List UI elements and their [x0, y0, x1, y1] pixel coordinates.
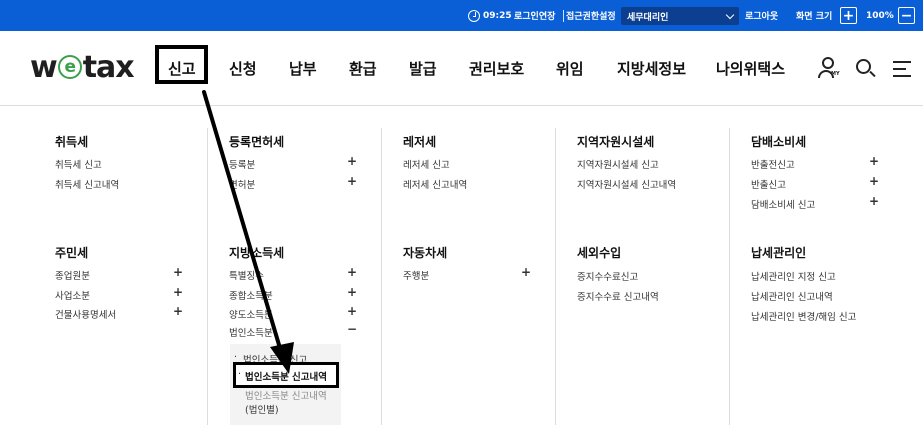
menu-item[interactable]: 등록분 [229, 157, 255, 171]
session-timer: 09:25 [468, 0, 512, 31]
menu-item[interactable]: 종업원분 [55, 268, 90, 282]
category-tax-administrator[interactable]: 납세관리인 [751, 244, 806, 261]
menu-item[interactable]: 레저세 신고내역 [403, 177, 467, 191]
expand-plus-icon[interactable]: + [869, 154, 879, 168]
logo-text-e: e [57, 55, 82, 79]
expand-plus-icon[interactable]: + [869, 194, 879, 208]
menu-item[interactable]: 반출전신고 [751, 157, 795, 171]
role-select[interactable]: 세무대리인 [621, 7, 739, 25]
menu-item[interactable]: 납세관리인 지정 신고 [751, 269, 836, 283]
expand-plus-icon[interactable]: + [347, 154, 357, 168]
mega-menu: 취득세 취득세 신고 취득세 신고내역 주민세 종업원분 + 사업소분 + 건물… [0, 107, 923, 425]
menu-item[interactable]: 취득세 신고내역 [55, 177, 119, 191]
zoom-out-button[interactable]: − [898, 7, 915, 24]
nav-local-tax-info[interactable]: 지방세정보 [617, 31, 686, 106]
category-resident-tax[interactable]: 주민세 [55, 244, 88, 261]
column-divider [729, 128, 730, 425]
extend-login-button[interactable]: 로그인연장 [514, 0, 555, 31]
menu-item[interactable]: 담배소비세 신고 [751, 197, 815, 211]
expand-plus-icon[interactable]: + [347, 304, 357, 318]
my-badge: MY [831, 71, 840, 77]
submenu-item-by-corporation[interactable]: 법인소득분 신고내역 [245, 388, 327, 402]
nav-my-wetax[interactable]: 나의위택스 [716, 31, 785, 106]
session-time: 09:25 [483, 10, 512, 21]
hamburger-menu-icon[interactable] [893, 59, 913, 79]
access-setting-link[interactable]: 접근권한설정 [566, 0, 616, 31]
expand-plus-icon[interactable]: + [347, 174, 357, 188]
expand-plus-icon[interactable]: + [521, 265, 531, 279]
role-select-value: 세무대리인 [627, 12, 669, 23]
menu-item[interactable]: 증지수수료신고 [577, 269, 638, 283]
category-tobacco-tax[interactable]: 담배소비세 [751, 133, 806, 150]
nav-apply[interactable]: 신청 [229, 31, 257, 106]
expand-plus-icon[interactable]: + [869, 174, 879, 188]
collapse-minus-icon[interactable]: − [347, 322, 357, 336]
expand-plus-icon[interactable]: + [173, 265, 183, 279]
nav-rights[interactable]: 권리보호 [469, 31, 524, 106]
category-leisure-tax[interactable]: 레저세 [403, 133, 436, 150]
submenu-item-corporate-income-history[interactable]: 법인소득분 신고내역 [245, 369, 327, 383]
category-registration-license-tax[interactable]: 등록면허세 [229, 133, 284, 150]
menu-item[interactable]: 주행분 [403, 268, 429, 282]
menu-item[interactable]: 레저세 신고 [403, 157, 450, 171]
menu-item[interactable]: 지역자원시설세 신고 [577, 157, 659, 171]
submenu-item-by-corporation-suffix[interactable]: (법인별) [245, 402, 279, 416]
nav-delegation[interactable]: 위임 [556, 31, 584, 106]
search-icon[interactable] [854, 57, 876, 79]
column-divider [381, 128, 382, 425]
menu-item[interactable]: 반출신고 [751, 177, 786, 191]
divider [563, 10, 564, 22]
menu-item[interactable]: 취득세 신고 [55, 157, 102, 171]
logout-button[interactable]: 로그아웃 [745, 0, 778, 31]
nav-highlight-box [155, 45, 208, 84]
user-icon[interactable]: MY [817, 57, 840, 79]
menu-item[interactable]: 양도소득분 [229, 307, 273, 321]
menu-item[interactable]: 증지수수료 신고내역 [577, 289, 659, 303]
submenu-bullet: · [238, 369, 242, 380]
menu-item[interactable]: 건물사용명세서 [55, 307, 116, 321]
zoom-value: 100% [866, 10, 894, 21]
menu-item[interactable]: 지역자원시설세 신고내역 [577, 177, 676, 191]
top-utility-bar: 09:25 로그인연장 접근권한설정 세무대리인 로그아웃 화면 크기 + 10… [0, 0, 923, 31]
wetax-logo[interactable]: w e tax [30, 49, 135, 85]
menu-item[interactable]: 면허분 [229, 177, 255, 191]
menu-item[interactable]: 특별징수 [229, 268, 264, 282]
menu-item[interactable]: 종합소득분 [229, 288, 273, 302]
category-acquisition-tax[interactable]: 취득세 [55, 133, 88, 150]
nav-issue[interactable]: 발급 [409, 31, 437, 106]
expand-plus-icon[interactable]: + [173, 285, 183, 299]
logo-text-w: w [30, 49, 58, 85]
zoom-in-button[interactable]: + [840, 7, 857, 24]
clock-icon [468, 9, 480, 22]
chevron-down-icon [725, 10, 735, 19]
category-local-income-tax[interactable]: 지방소득세 [229, 244, 284, 261]
logo-text-tax: tax [82, 49, 135, 85]
menu-item-corporate-income[interactable]: 법인소득분 [229, 325, 273, 339]
menu-item[interactable]: 사업소분 [55, 288, 90, 302]
menu-item[interactable]: 납세관리인 변경/해임 신고 [751, 309, 856, 323]
menu-item[interactable]: 납세관리인 신고내역 [751, 289, 833, 303]
nav-refund[interactable]: 환급 [349, 31, 377, 106]
zoom-label: 화면 크기 [796, 12, 833, 22]
category-non-tax-revenue[interactable]: 세외수입 [577, 244, 621, 261]
category-vehicle-tax[interactable]: 자동차세 [403, 244, 447, 261]
category-regional-resource-tax[interactable]: 지역자원시설세 [577, 133, 654, 150]
expand-plus-icon[interactable]: + [347, 265, 357, 279]
expand-plus-icon[interactable]: + [173, 304, 183, 318]
column-divider [555, 128, 556, 425]
expand-plus-icon[interactable]: + [347, 285, 357, 299]
column-divider [207, 128, 208, 425]
nav-payment[interactable]: 납부 [289, 31, 317, 106]
main-header: w e tax 신고 신청 납부 환급 발급 권리보호 위임 지방세정보 나의위… [0, 31, 923, 106]
